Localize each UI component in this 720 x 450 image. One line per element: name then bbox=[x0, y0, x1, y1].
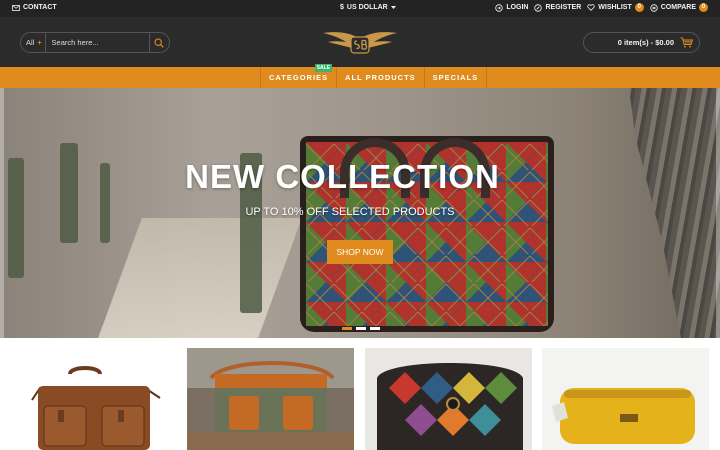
plus-icon: + bbox=[37, 38, 42, 47]
cart-button[interactable]: 0 item(s) - $0.00 bbox=[583, 32, 700, 53]
product-image bbox=[187, 348, 354, 450]
hero-background-post bbox=[100, 163, 110, 243]
register-link[interactable]: REGISTER bbox=[534, 3, 582, 12]
compare-label: COMPARE bbox=[660, 4, 696, 11]
product-card[interactable] bbox=[365, 348, 532, 450]
hero-background-post bbox=[8, 158, 24, 278]
product-image bbox=[365, 348, 532, 450]
product-image bbox=[10, 348, 177, 450]
slider-dot[interactable] bbox=[342, 327, 352, 330]
compare-icon bbox=[650, 3, 658, 12]
brand-logo[interactable] bbox=[322, 29, 398, 57]
search-category-select[interactable]: All + bbox=[21, 33, 46, 52]
wishlist-link[interactable]: WISHLIST 0 bbox=[587, 3, 644, 12]
sale-badge: SALE bbox=[314, 64, 333, 72]
edit-icon bbox=[534, 3, 543, 12]
currency-symbol: $ bbox=[340, 4, 344, 11]
contact-link[interactable]: CONTACT bbox=[12, 4, 57, 11]
compare-link[interactable]: COMPARE 0 bbox=[650, 3, 708, 12]
nav-item-categories[interactable]: CATEGORIES SALE bbox=[260, 64, 336, 88]
top-bar: CONTACT $ US DOLLAR LOGIN REGISTER WISHL… bbox=[0, 0, 720, 17]
nav-item-label: ALL PRODUCTS bbox=[345, 73, 416, 82]
hero-background-tree bbox=[629, 88, 720, 338]
contact-label: CONTACT bbox=[23, 4, 57, 11]
nav-item-label: CATEGORIES bbox=[269, 73, 329, 82]
nav-item-label: SPECIALS bbox=[432, 73, 479, 82]
hero-slider[interactable] bbox=[0, 88, 720, 338]
wishlist-label: WISHLIST bbox=[598, 4, 632, 11]
caret-down-icon bbox=[390, 5, 396, 9]
heart-icon bbox=[587, 4, 595, 11]
cart-icon bbox=[680, 37, 693, 48]
shop-now-button[interactable]: SHOP NOW bbox=[327, 240, 393, 264]
hero-background-post bbox=[240, 153, 262, 313]
slider-dot[interactable] bbox=[356, 327, 366, 330]
login-link[interactable]: LOGIN bbox=[495, 3, 529, 12]
search-bar: All + bbox=[20, 32, 170, 53]
product-card[interactable] bbox=[10, 348, 177, 450]
register-label: REGISTER bbox=[545, 4, 582, 11]
slider-edge-right bbox=[716, 88, 720, 338]
main-nav: CATEGORIES SALE ALL PRODUCTS SPECIALS bbox=[0, 64, 720, 88]
search-button[interactable] bbox=[148, 33, 169, 52]
hero-background-path bbox=[98, 218, 302, 338]
nav-item-specials[interactable]: SPECIALS bbox=[423, 67, 488, 88]
currency-label: US DOLLAR bbox=[346, 4, 388, 11]
search-icon bbox=[154, 37, 164, 48]
site-header: All + 0 item(s) - $0.00 bbox=[0, 17, 720, 67]
search-input[interactable] bbox=[45, 33, 149, 52]
envelope-icon bbox=[12, 4, 20, 11]
product-row bbox=[0, 338, 720, 450]
nav-item-all-products[interactable]: ALL PRODUCTS bbox=[336, 67, 424, 88]
product-card[interactable] bbox=[542, 348, 709, 450]
login-icon bbox=[495, 3, 504, 12]
wishlist-count-badge: 0 bbox=[634, 3, 644, 12]
currency-selector[interactable]: $ US DOLLAR bbox=[340, 4, 396, 11]
product-card[interactable] bbox=[187, 348, 354, 450]
product-image bbox=[542, 348, 709, 450]
cart-summary: 0 item(s) - $0.00 bbox=[617, 38, 674, 47]
search-category-label: All bbox=[26, 38, 35, 47]
login-label: LOGIN bbox=[506, 4, 529, 11]
compare-count-badge: 0 bbox=[699, 3, 708, 12]
hero-background-post bbox=[60, 143, 78, 243]
slider-edge-left bbox=[0, 88, 4, 338]
slider-dot[interactable] bbox=[370, 327, 380, 330]
slider-dots bbox=[342, 327, 380, 330]
